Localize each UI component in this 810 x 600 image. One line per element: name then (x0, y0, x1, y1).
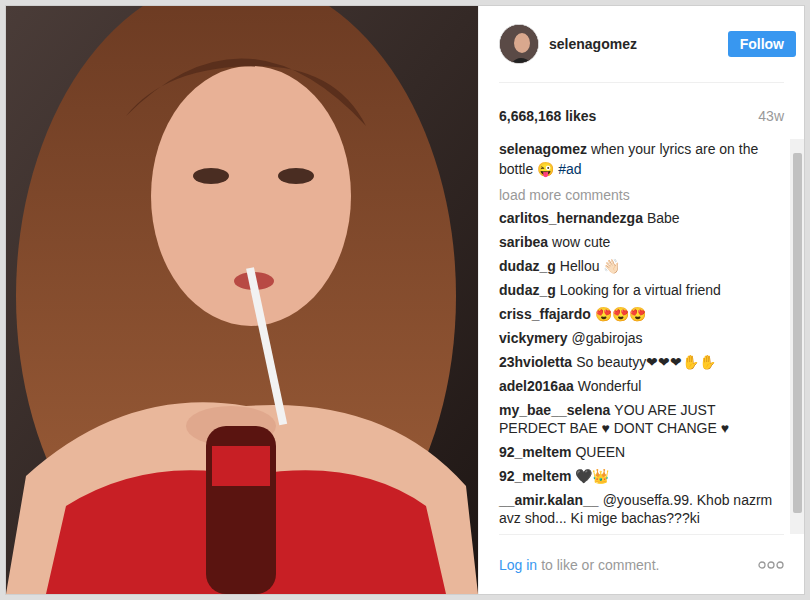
comment-text: wow cute (552, 234, 610, 250)
comment-user[interactable]: 92_meltem (499, 468, 571, 484)
post-photo (6, 6, 478, 594)
comment-text: Hellou 👋🏻 (560, 258, 621, 274)
scrollbar-thumb[interactable] (793, 153, 802, 513)
post-footer: Log into like or comment. (499, 534, 784, 594)
comment-user[interactable]: criss_ffajardo (499, 306, 591, 322)
caption-user[interactable]: selenagomez (499, 141, 587, 157)
comment-user[interactable]: saribea (499, 234, 548, 250)
comment: 23hviolettaSo beautyy❤❤❤✋✋ (499, 353, 780, 371)
follow-button[interactable]: Follow (728, 31, 796, 57)
comment-text: 🖤👑 (575, 468, 609, 484)
comment-user[interactable]: dudaz_g (499, 258, 556, 274)
comment: vickymery@gabirojas (499, 329, 780, 347)
hashtag-link[interactable]: #ad (558, 161, 581, 177)
comment: adel2016aaWonderful (499, 377, 780, 395)
post-sidebar: selenagomez Follow 6,668,168 likes 43w s… (478, 6, 804, 594)
comment: 92_meltem🖤👑 (499, 467, 780, 485)
comment: carlitos_hernandezgaBabe (499, 209, 780, 227)
load-more-link[interactable]: load more comments (499, 185, 780, 205)
username[interactable]: selenagomez (549, 34, 637, 55)
login-prompt: Log into like or comment. (499, 556, 659, 574)
comment-text: @gabirojas (572, 330, 643, 346)
comment: __amir.kalan__@youseffa.99. Khob nazrm a… (499, 491, 780, 527)
comment-user[interactable]: __amir.kalan__ (499, 492, 599, 508)
comment-user[interactable]: 92_meltem (499, 444, 571, 460)
comment: dudaz_gLooking for a virtual friend (499, 281, 780, 299)
scrollbar[interactable] (790, 139, 804, 534)
comment-text: QUEEN (575, 444, 625, 460)
comment-user[interactable]: dudaz_g (499, 282, 556, 298)
comment-text: So beautyy❤❤❤✋✋ (576, 354, 716, 370)
comment-text: Babe (647, 210, 680, 226)
comment-user[interactable]: adel2016aa (499, 378, 574, 394)
post-age: 43w (758, 107, 784, 125)
post-window: selenagomez Follow 6,668,168 likes 43w s… (5, 5, 805, 595)
login-link[interactable]: Log in (499, 557, 537, 573)
caption: selenagomezwhen your lyrics are on the b… (499, 139, 780, 179)
comment: dudaz_gHellou 👋🏻 (499, 257, 780, 275)
likes-count[interactable]: 6,668,168 likes (499, 107, 596, 125)
comment-text: Wonderful (578, 378, 642, 394)
comment: criss_ffajardo😍😍😍 (499, 305, 780, 323)
likes-row: 6,668,168 likes 43w (499, 83, 784, 125)
comment: saribeawow cute (499, 233, 780, 251)
avatar-icon[interactable] (499, 24, 539, 64)
comment-user[interactable]: vickymery (499, 330, 568, 346)
comment: my_bae__selenaYOU ARE JUST PERDECT BAE ♥… (499, 401, 780, 437)
comments-list: selenagomezwhen your lyrics are on the b… (479, 139, 790, 534)
comment-user[interactable]: my_bae__selena (499, 402, 610, 418)
comment-user[interactable]: 23hvioletta (499, 354, 572, 370)
post-header: selenagomez Follow (499, 6, 784, 83)
comments-area: selenagomezwhen your lyrics are on the b… (479, 139, 804, 534)
comment-text: Looking for a virtual friend (560, 282, 721, 298)
comment-user[interactable]: carlitos_hernandezga (499, 210, 643, 226)
comment: 92_meltemQUEEN (499, 443, 780, 461)
more-options-icon[interactable] (758, 560, 784, 570)
login-text: to like or comment. (541, 557, 659, 573)
comment-text: 😍😍😍 (595, 306, 646, 322)
